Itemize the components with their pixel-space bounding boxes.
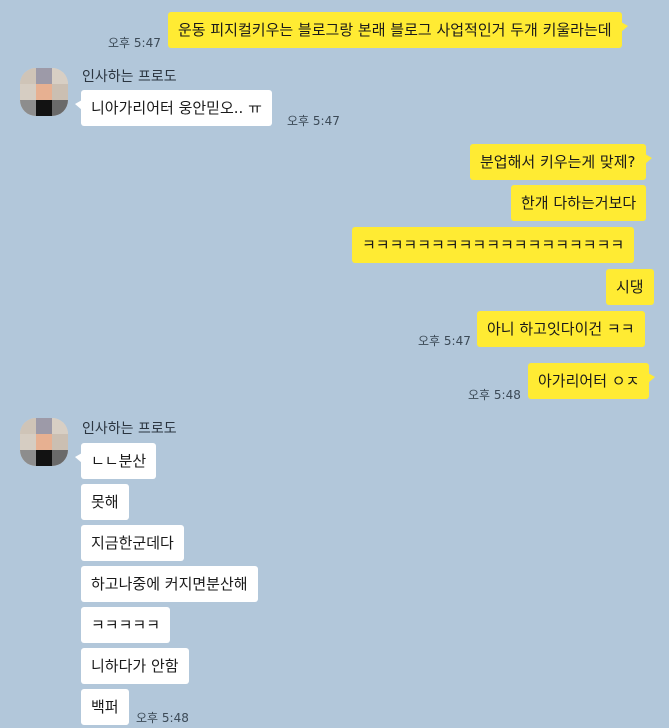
sender-avatar[interactable]: [20, 68, 68, 116]
message-time: 오후 5:48: [468, 388, 521, 402]
my-message-bubble[interactable]: 한개 다하는거보다: [511, 185, 647, 221]
their-message-bubble[interactable]: 백퍼: [81, 689, 129, 725]
their-message-bubble[interactable]: 지금한군데다: [81, 525, 184, 561]
sender-name: 인사하는 프로도: [82, 421, 177, 437]
message-time: 오후 5:47: [418, 334, 471, 348]
their-message-bubble[interactable]: ㅋㅋㅋㅋㅋ: [81, 607, 171, 643]
their-message-bubble[interactable]: 니하다가 안함: [81, 648, 189, 684]
my-message-bubble[interactable]: 시댕: [606, 269, 654, 305]
my-message-bubble[interactable]: 아가리어터 ㅇㅈ: [528, 363, 656, 399]
message-time: 오후 5:47: [108, 36, 161, 50]
their-message-bubble[interactable]: 하고나중에 커지면분산해: [81, 566, 258, 602]
message-time: 오후 5:48: [136, 711, 189, 725]
sender-name: 인사하는 프로도: [82, 69, 177, 85]
their-message-bubble[interactable]: ㄴㄴ분산: [74, 443, 157, 479]
their-message-bubble[interactable]: 니아가리어터 웅안믿오.. ㅠ: [75, 90, 272, 126]
my-message-bubble[interactable]: 아니 하고잇다이건 ㅋㅋ: [477, 311, 645, 347]
sender-avatar[interactable]: [20, 418, 68, 466]
their-message-bubble[interactable]: 못해: [81, 484, 129, 520]
my-message-bubble[interactable]: 분업해서 키우는게 맞제?: [470, 144, 651, 180]
my-message-bubble[interactable]: ㅋㅋㅋㅋㅋㅋㅋㅋㅋㅋㅋㅋㅋㅋㅋㅋㅋㅋㅋ: [352, 227, 635, 263]
my-message-bubble[interactable]: 운동 피지컬키우는 블로그랑 본래 블로그 사업적인거 두개 키울라는데: [168, 12, 628, 48]
message-time: 오후 5:47: [287, 114, 340, 128]
